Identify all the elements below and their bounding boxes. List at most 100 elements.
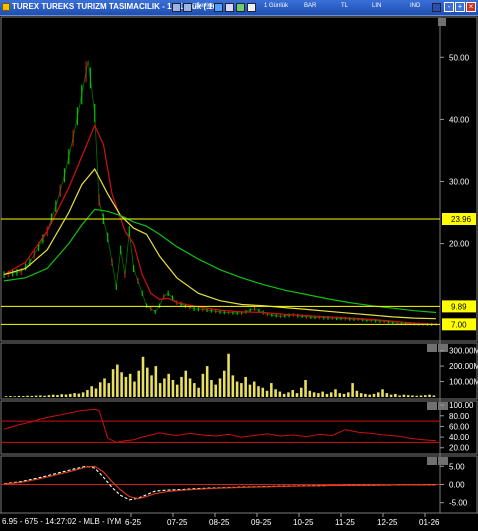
volume-bar (274, 389, 277, 397)
volume-bar (39, 395, 42, 397)
volume-bar (133, 381, 136, 397)
volume-bar (69, 393, 72, 397)
horizontal-level-label: 23.96 (451, 215, 472, 224)
rsi-axis-label: 100.00 (449, 401, 474, 410)
volume-bar (347, 392, 350, 397)
volume-bar (163, 378, 166, 397)
rsi-panel-frame (0, 400, 478, 455)
volume-bar (171, 380, 175, 397)
volume-bar (150, 375, 153, 397)
volume-bar (205, 366, 209, 397)
volume-bar (270, 383, 273, 397)
volume-bar (111, 369, 115, 397)
volume-bar (158, 383, 162, 397)
volume-bar (240, 383, 243, 397)
volume-bar (312, 392, 316, 397)
time-axis-label: 6-25 (125, 518, 142, 527)
volume-panel-frame (0, 342, 478, 400)
macd-axis-label: -5.00 (449, 499, 468, 508)
volume-bar (368, 394, 371, 397)
volume-bar (90, 386, 93, 397)
volume-bar (116, 364, 119, 397)
volume-bar (398, 395, 401, 397)
volume-bar (334, 389, 337, 397)
volume-bar (73, 393, 76, 397)
volume-bar (103, 378, 106, 397)
rsi-panel-menu-button[interactable] (427, 402, 437, 410)
volume-bar (137, 370, 141, 397)
volume-bar (364, 393, 367, 397)
chart-canvas[interactable]: 50.00 40.00 30.00 20.00 23.96 9.89 7.00 300.00… (0, 0, 478, 531)
volume-bar (47, 395, 51, 397)
volume-bar (265, 390, 269, 397)
volume-bar (17, 395, 21, 397)
volume-bar (197, 387, 200, 397)
volume-bar (257, 386, 260, 397)
time-axis: 6-25 07-25 08-25 09-25 10-25 11-25 12-25 01-26 (125, 513, 440, 527)
volume-bar (210, 380, 213, 397)
volume-bar (402, 394, 406, 397)
volume-bar (235, 381, 239, 397)
volume-bar (342, 393, 346, 397)
macd-axis-label: 5.00 (449, 462, 465, 471)
rsi-axis-label: 80.00 (449, 412, 470, 421)
volume-bar (338, 393, 342, 397)
volume-axis-label: 100.00M (449, 378, 478, 387)
time-axis-label: 07-25 (167, 518, 188, 527)
volume-bar (188, 378, 192, 397)
price-axis-label: 20.00 (449, 240, 470, 249)
volume-bar (291, 390, 294, 397)
volume-bar (86, 390, 89, 397)
price-panel: 50.00 40.00 30.00 20.00 23.96 9.89 7.00 (1, 53, 476, 331)
volume-bar (231, 375, 235, 397)
rsi-panel: 100.00 80.0060.00 40.00 20.00 (1, 401, 474, 453)
volume-bar (26, 395, 29, 397)
volume-bar (321, 391, 324, 397)
volume-bar (304, 380, 307, 397)
volume-bar (381, 389, 384, 397)
macd-panel-close-button[interactable] (438, 457, 448, 465)
volume-bar (201, 373, 205, 397)
price-close-line (3, 60, 436, 325)
volume-bar (51, 394, 55, 397)
volume-bar (175, 384, 179, 397)
time-axis-label: 11-25 (335, 518, 355, 527)
volume-bar (248, 384, 252, 397)
macd-axis-label: 0.00 (449, 481, 465, 490)
volume-bar (424, 395, 427, 397)
volume-bar (308, 390, 312, 397)
volume-panel-menu-button[interactable] (427, 344, 437, 352)
time-axis-label: 12-25 (377, 518, 398, 527)
volume-bar (56, 394, 59, 397)
volume-bar (222, 370, 226, 397)
volume-bar (351, 383, 354, 397)
volume-bar (432, 395, 436, 397)
volume-bar (60, 394, 64, 397)
volume-bar (180, 376, 183, 397)
time-axis-label: 10-25 (293, 518, 314, 527)
volume-bar (428, 394, 431, 397)
volume-bar (98, 382, 102, 397)
price-axis-label: 50.00 (449, 53, 470, 62)
time-axis-label: 08-25 (209, 518, 230, 527)
volume-bar (329, 392, 333, 397)
rsi-panel-close-button[interactable] (438, 402, 448, 410)
volume-bar (214, 384, 218, 397)
volume-bar (154, 366, 158, 397)
volume-bar (415, 395, 419, 397)
volume-bar (287, 392, 290, 397)
volume-bar (43, 395, 46, 397)
volume-bar (317, 393, 320, 397)
volume-panel: 300.00M 200.00M 100.00M (4, 347, 478, 397)
volume-bar (419, 395, 423, 397)
horizontal-level-label: 7.00 (451, 320, 467, 329)
price-panel-menu-button[interactable] (438, 18, 446, 26)
volume-bar (77, 393, 81, 397)
rsi-line (3, 408, 437, 443)
macd-panel-menu-button[interactable] (427, 457, 437, 465)
price-axis-label: 30.00 (449, 177, 470, 186)
volume-bar (376, 392, 380, 397)
volume-bar (385, 393, 389, 397)
status-footer: 6.95 - 675 - 14:27:02 - MLB - IYM (2, 517, 122, 526)
volume-bar (411, 395, 414, 397)
